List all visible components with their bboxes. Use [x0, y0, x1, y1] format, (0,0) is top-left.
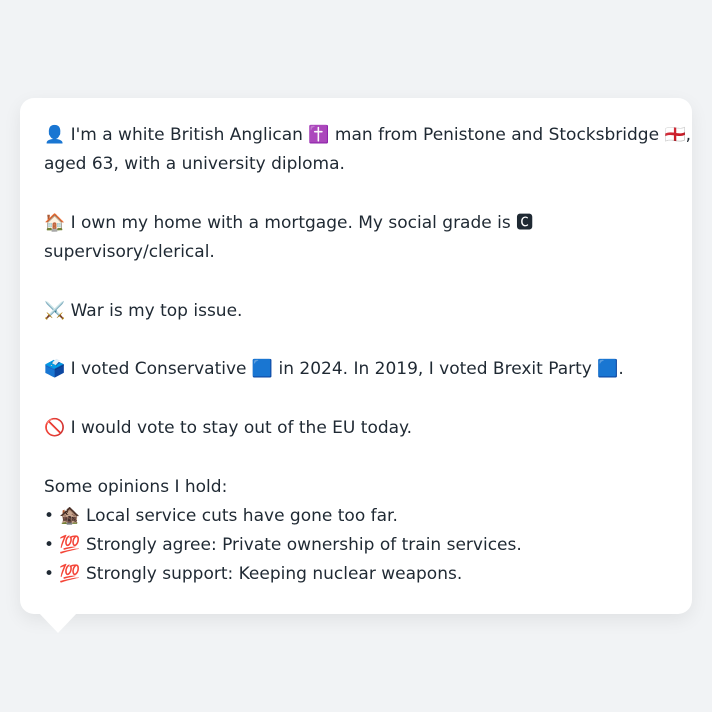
voting-history-line: 🗳️ I voted Conservative 🟦 in 2024. In 20… — [44, 359, 624, 380]
housing-line: 🏠 I own my home with a mortgage. My soci… — [44, 212, 534, 233]
age-education-line: aged 63, with a university diploma. — [44, 154, 345, 175]
persona-message-card: 👤 I'm a white British Anglican ✝️ man fr… — [20, 98, 692, 614]
speech-bubble-tail — [38, 612, 78, 633]
opinion-item: • 💯 Strongly support: Keeping nuclear we… — [44, 564, 463, 585]
top-issue-line: ⚔️ War is my top issue. — [44, 300, 243, 321]
identity-line: 👤 I'm a white British Anglican ✝️ man fr… — [44, 125, 692, 145]
social-grade-line: supervisory/clerical. — [44, 242, 215, 263]
opinion-item: • 🏚️ Local service cuts have gone too fa… — [44, 505, 398, 526]
eu-vote-line: 🚫 I would vote to stay out of the EU tod… — [44, 417, 413, 438]
opinions-heading: Some opinions I hold: — [44, 476, 228, 497]
opinion-item: • 💯 Strongly agree: Private ownership of… — [44, 535, 522, 556]
